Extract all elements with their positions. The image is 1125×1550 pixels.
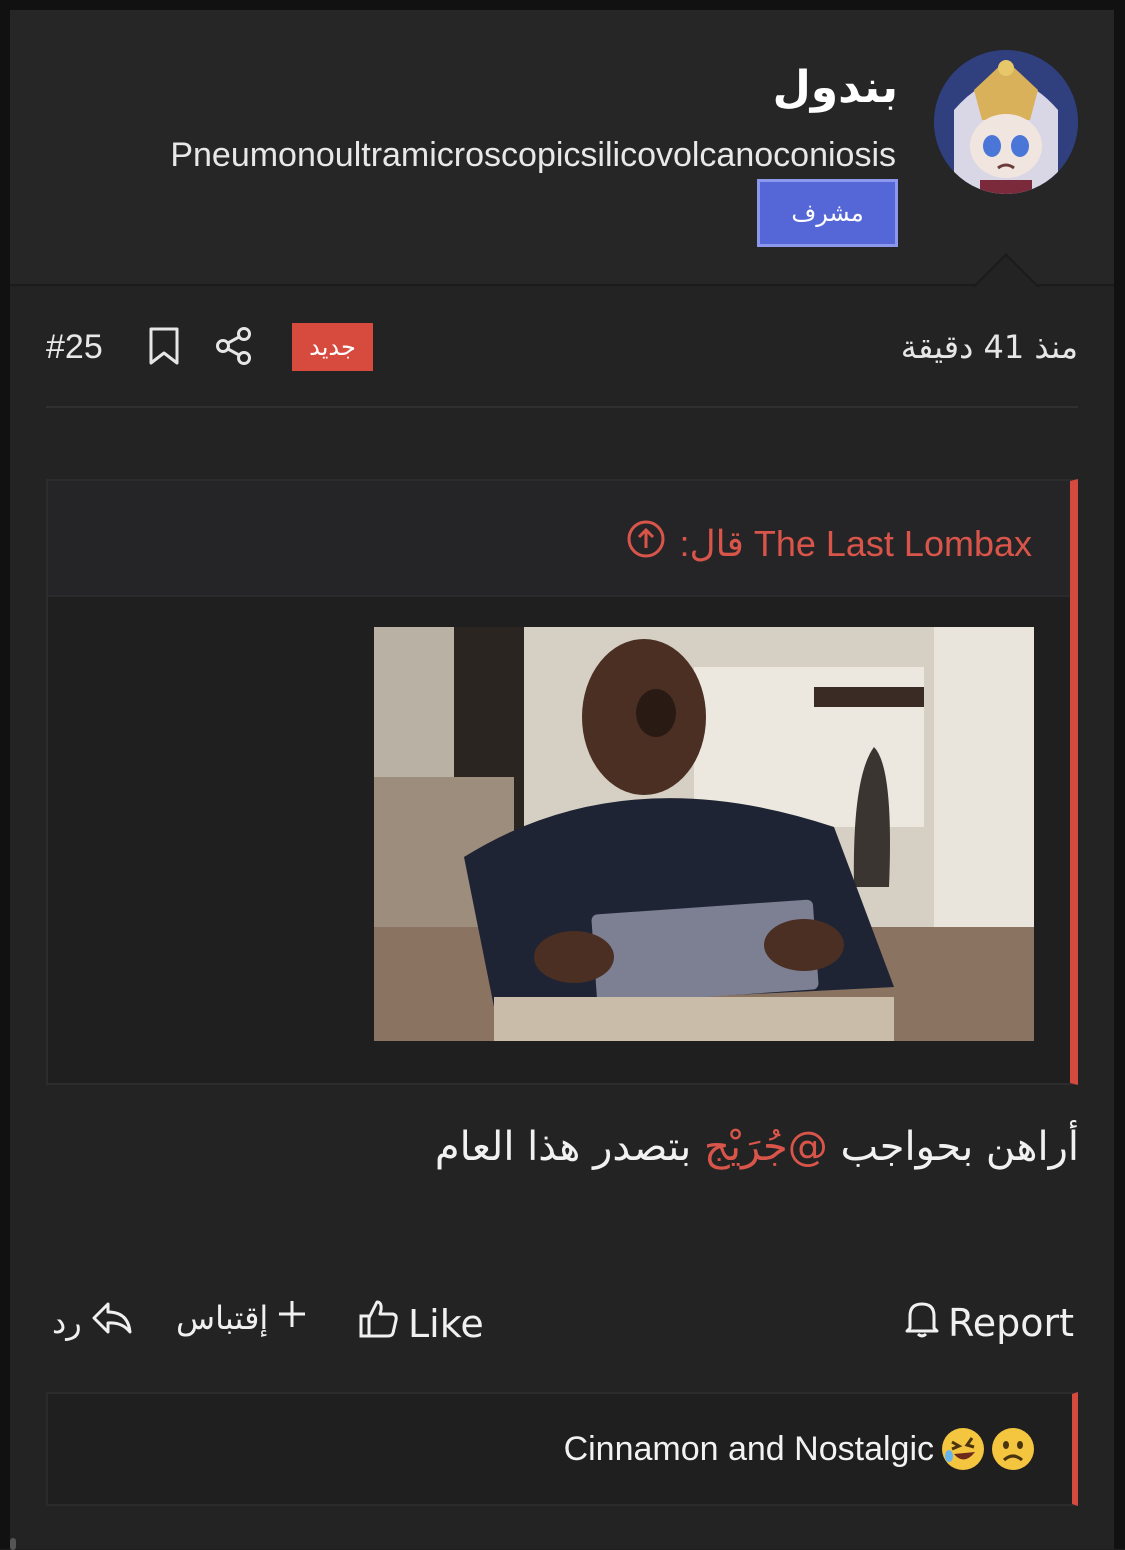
bell-icon	[904, 1298, 940, 1347]
rofl-emoji-icon	[942, 1428, 984, 1470]
post-number[interactable]: #25	[46, 328, 103, 367]
reply-label: رد	[52, 1303, 82, 1341]
post-body-after: بتصدر هذا العام	[434, 1124, 704, 1170]
quote-label: إقتباس	[176, 1299, 269, 1337]
bookmark-icon[interactable]	[144, 324, 184, 368]
signature-line: Cinnamon and Nostalgic	[564, 1428, 1034, 1470]
post-body: أراهن بحواجب @جُرَيْج بتصدر هذا العام	[435, 1124, 1079, 1170]
like-button[interactable]: Like	[358, 1298, 484, 1349]
post-meta: #25 جديد منذ 41 دقيقة	[46, 310, 1078, 408]
avatar[interactable]	[934, 50, 1078, 194]
reply-button[interactable]: رد	[52, 1298, 134, 1346]
quote-header: The Last Lombax قال:	[48, 481, 1070, 597]
report-label: Report	[948, 1300, 1074, 1345]
thumbs-up-icon	[358, 1298, 400, 1349]
user-header: بندول Pneumonoultramicroscopicsilicovolc…	[10, 10, 1114, 288]
quote-author: The Last Lombax قال:	[679, 522, 1033, 564]
report-button[interactable]: Report	[904, 1298, 1074, 1347]
share-icon[interactable]	[214, 324, 254, 368]
user-title: Pneumonoultramicroscopicsilicovolcanocon…	[170, 136, 896, 174]
scrollbar-handle[interactable]	[10, 1538, 16, 1550]
post-actions: رد إقتباس Like Report	[46, 1290, 1078, 1354]
quote-block: The Last Lombax قال:	[46, 479, 1078, 1085]
quote-button[interactable]: إقتباس	[176, 1298, 308, 1338]
arrow-up-circle-icon[interactable]	[626, 519, 666, 568]
timestamp[interactable]: منذ 41 دقيقة	[901, 328, 1078, 366]
quote-author-link[interactable]: The Last Lombax قال:	[626, 519, 1033, 568]
signature-block: Cinnamon and Nostalgic	[46, 1392, 1078, 1506]
mention-link[interactable]: @جُرَيْج	[704, 1124, 828, 1170]
quoted-gif-image[interactable]	[374, 627, 1034, 1041]
like-label: Like	[408, 1301, 484, 1346]
plus-icon	[276, 1298, 308, 1338]
reply-icon	[90, 1298, 134, 1346]
new-badge: جديد	[292, 323, 373, 371]
header-pointer-inner	[974, 256, 1038, 288]
role-badge: مشرف	[757, 179, 898, 247]
signature-text: Cinnamon and Nostalgic	[563, 1429, 934, 1468]
slightly-frowning-emoji-icon	[992, 1428, 1034, 1470]
post-body-before: أراهن بحواجب	[827, 1124, 1079, 1170]
username[interactable]: بندول	[773, 62, 898, 113]
